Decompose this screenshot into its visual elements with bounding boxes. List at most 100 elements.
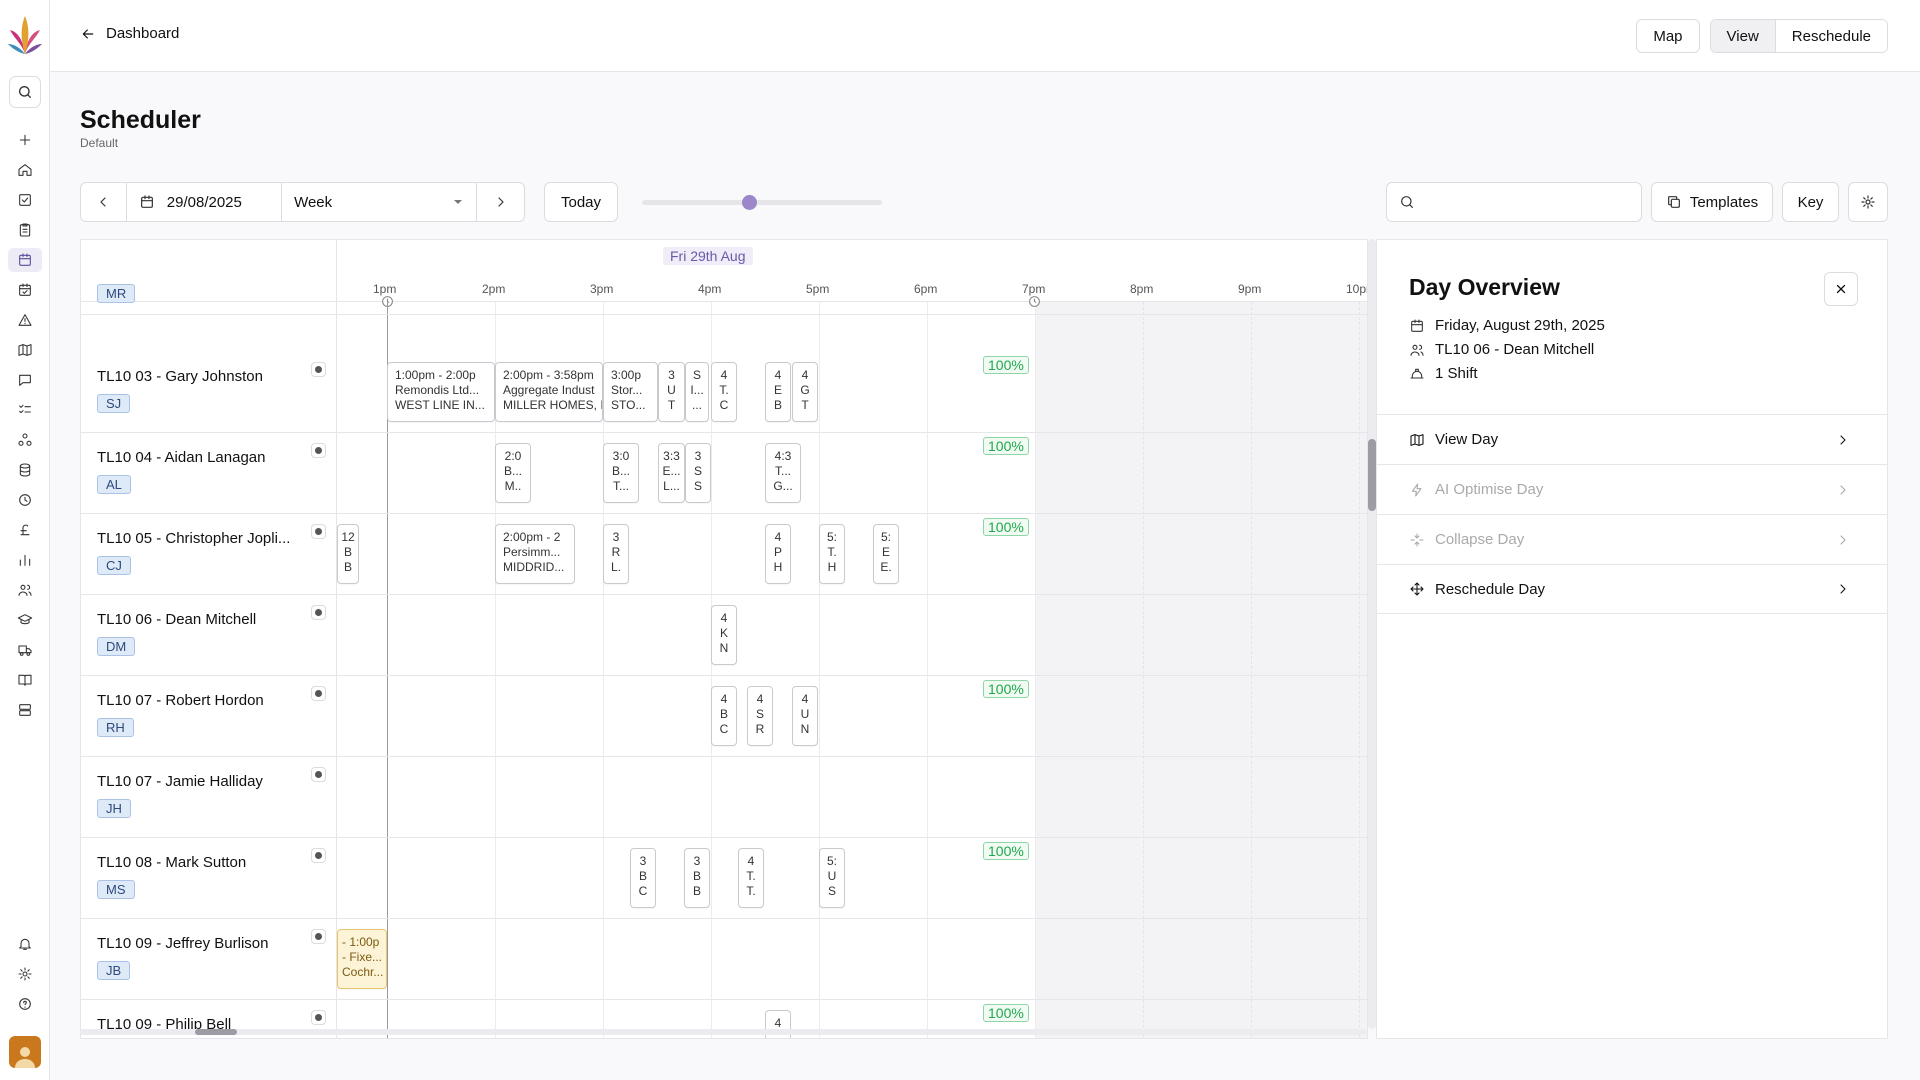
job-card[interactable]: 4PH — [765, 524, 791, 584]
resource-name[interactable]: TL10 04 - Aidan Lanagan — [97, 449, 265, 466]
job-card[interactable]: 4 T. T. — [738, 848, 764, 908]
chevron-right-icon — [498, 197, 504, 207]
job-card[interactable]: 3UT — [658, 362, 685, 422]
job-card[interactable]: 4SR — [747, 686, 773, 746]
job-card[interactable]: - 1:00p - Fixe... Cochr... — [337, 929, 387, 989]
plus-icon[interactable] — [13, 128, 37, 152]
search-icon[interactable] — [9, 76, 41, 108]
calendar-check-icon[interactable] — [13, 278, 37, 302]
job-card[interactable]: 4UN — [792, 686, 818, 746]
calendar-icon — [1411, 318, 1423, 332]
row-menu-dot[interactable] — [311, 686, 326, 701]
database-icon[interactable] — [13, 458, 37, 482]
map-button[interactable]: Map — [1636, 19, 1700, 53]
row-menu-dot[interactable] — [311, 524, 326, 539]
network-icon[interactable] — [13, 428, 37, 452]
job-card[interactable]: 2:0 B... M.. — [495, 443, 531, 503]
resource-name[interactable]: TL10 06 - Dean Mitchell — [97, 611, 256, 628]
job-card[interactable]: 3BB — [684, 848, 710, 908]
prev-button[interactable] — [81, 183, 127, 221]
clipboard-icon[interactable] — [13, 218, 37, 242]
home-icon[interactable] — [13, 158, 37, 182]
job-card[interactable]: 4BC — [711, 686, 737, 746]
row-menu-dot[interactable] — [311, 1010, 326, 1025]
resource-name[interactable]: TL10 07 - Jamie Halliday — [97, 773, 263, 790]
app-logo[interactable] — [8, 14, 42, 56]
warning-icon[interactable] — [13, 308, 37, 332]
next-button[interactable] — [477, 183, 524, 221]
row-menu-dot[interactable] — [311, 929, 326, 944]
job-card[interactable]: 3:00p Stor... STO... — [603, 362, 658, 422]
job-card[interactable]: 4KN — [711, 605, 737, 665]
zoom-slider-handle[interactable] — [742, 195, 757, 210]
row-menu-dot[interactable] — [311, 605, 326, 620]
range-select[interactable]: Week — [282, 183, 478, 221]
avatar[interactable] — [9, 1036, 41, 1068]
reschedule-day-label: Reschedule Day — [1435, 580, 1546, 598]
job-card[interactable]: 5: E E. — [873, 524, 899, 584]
job-card[interactable]: 4:3 T... G... — [765, 443, 801, 503]
resource-name[interactable]: TL10 05 - Christopher Jopli... — [97, 530, 290, 547]
view-button[interactable]: View — [1710, 20, 1776, 52]
zoom-slider[interactable] — [642, 195, 882, 210]
job-card[interactable]: 3BC — [630, 848, 656, 908]
pound-icon[interactable] — [13, 518, 37, 542]
page-title: Scheduler — [80, 106, 201, 134]
calendar-icon[interactable] — [8, 248, 42, 272]
row-menu-dot[interactable] — [311, 443, 326, 458]
truck-icon[interactable] — [13, 638, 37, 662]
resource-name[interactable]: TL10 09 - Jeffrey Burlison — [97, 935, 268, 952]
date-picker[interactable]: 29/08/2025 — [127, 183, 283, 221]
close-button[interactable] — [1824, 272, 1858, 306]
job-card[interactable]: 3SS — [685, 443, 711, 503]
job-card[interactable]: 4GT — [792, 362, 818, 422]
ai-optimise-day-action[interactable]: AI Optimise Day — [1377, 464, 1887, 514]
view-day-action[interactable]: View Day — [1377, 414, 1887, 464]
job-card[interactable]: 4 T. C — [711, 362, 737, 422]
job-card[interactable]: 3:3 E... L... — [658, 443, 685, 503]
resource-name[interactable]: TL10 08 - Mark Sutton — [97, 854, 246, 871]
server-icon[interactable] — [13, 698, 37, 722]
templates-button[interactable]: Templates — [1651, 182, 1773, 222]
reschedule-button[interactable]: Reschedule — [1775, 20, 1887, 52]
map-icon[interactable] — [13, 338, 37, 362]
key-button[interactable]: Key — [1782, 182, 1839, 222]
back-to-dashboard-link[interactable]: Dashboard — [80, 25, 179, 42]
collapse-day-action[interactable]: Collapse Day — [1377, 514, 1887, 564]
job-card[interactable]: 12 B B — [337, 524, 359, 584]
reschedule-day-action[interactable]: Reschedule Day — [1377, 564, 1887, 614]
job-card[interactable]: 5: T. H — [819, 524, 845, 584]
job-card[interactable]: 4EB — [765, 362, 791, 422]
resource-name[interactable]: TL10 07 - Robert Hordon — [97, 692, 264, 709]
bar-chart-icon[interactable] — [13, 548, 37, 572]
job-card[interactable]: 3:0 B... T... — [603, 443, 639, 503]
check-square-icon[interactable] — [13, 188, 37, 212]
vertical-scrollbar[interactable] — [1368, 239, 1376, 1029]
settings-button[interactable] — [1848, 182, 1888, 222]
vertical-scroll-thumb[interactable] — [1368, 439, 1376, 511]
job-card[interactable]: S I...... — [685, 362, 709, 422]
horizontal-scroll-thumb[interactable] — [195, 1029, 237, 1035]
initials-badge: SJ — [97, 394, 131, 413]
row-menu-dot[interactable] — [311, 848, 326, 863]
job-card[interactable]: 1:00pm - 2:00p Remondis Ltd... WEST LINE I… — [387, 362, 495, 422]
job-card[interactable]: 5: U S — [819, 848, 845, 908]
users-icon[interactable] — [13, 578, 37, 602]
horizontal-scrollbar[interactable] — [80, 1029, 1366, 1035]
list-checks-icon[interactable] — [13, 398, 37, 422]
search-input[interactable] — [1386, 182, 1642, 222]
resource-name[interactable]: TL10 03 - Gary Johnston — [97, 368, 263, 385]
settings-icon[interactable] — [13, 962, 37, 986]
book-icon[interactable] — [13, 668, 37, 692]
job-card[interactable]: 2:00pm - 2 Persimm... MIDDRID... — [495, 524, 575, 584]
row-menu-dot[interactable] — [311, 362, 326, 377]
job-card[interactable]: 2:00pm - 3:58pm Aggregate Indust MILLER HO… — [495, 362, 603, 422]
job-card[interactable]: 3 R L. — [603, 524, 629, 584]
today-button[interactable]: Today — [544, 182, 618, 222]
row-menu-dot[interactable] — [311, 767, 326, 782]
clock-icon[interactable] — [13, 488, 37, 512]
bell-icon[interactable] — [13, 932, 37, 956]
help-icon[interactable] — [13, 992, 37, 1016]
message-icon[interactable] — [13, 368, 37, 392]
graduation-cap-icon[interactable] — [13, 608, 37, 632]
